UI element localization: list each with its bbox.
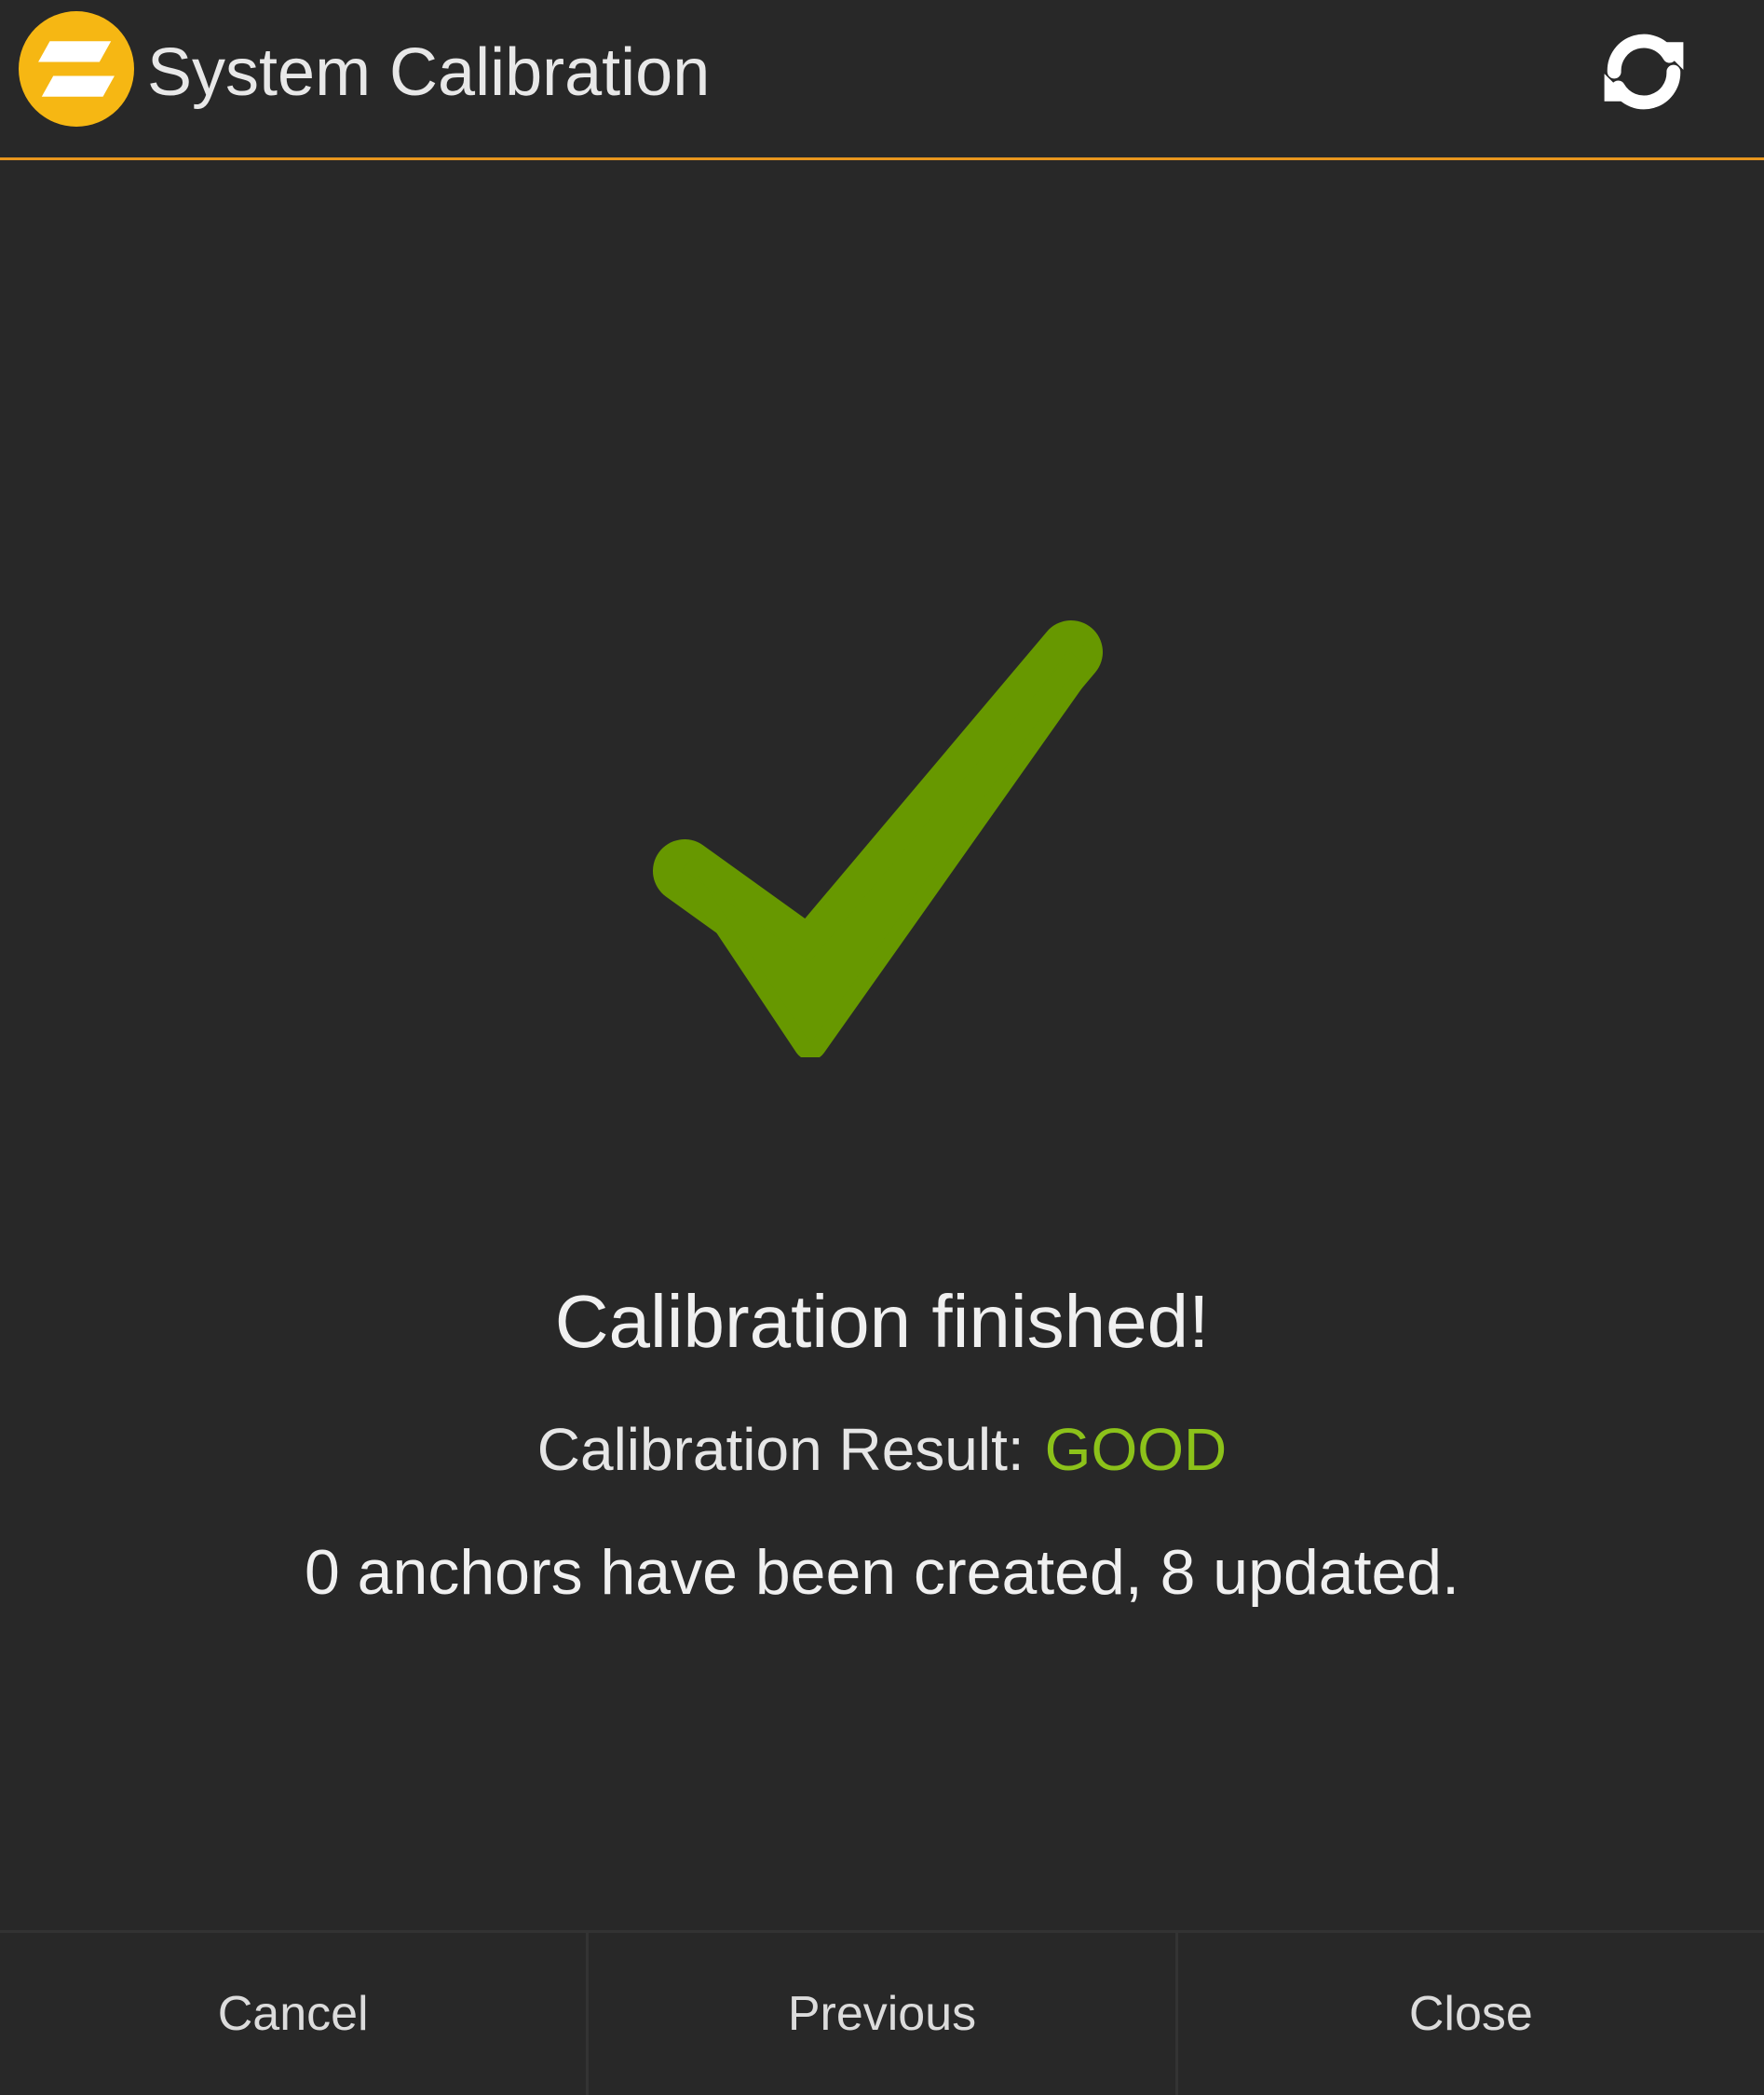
cancel-button[interactable]: Cancel	[0, 1933, 586, 2095]
calibration-result: Calibration Result: GOOD	[0, 1412, 1764, 1487]
title-bar: System Calibration	[0, 0, 1764, 160]
status-headline: Calibration finished!	[554, 1280, 1210, 1363]
app-title: System Calibration	[147, 35, 711, 110]
calibration-result-panel: Calibration finished! Calibration Result…	[0, 163, 1764, 1930]
button-bar: Cancel Previous Close	[0, 1930, 1764, 2095]
refresh-icon[interactable]	[1594, 22, 1693, 121]
close-button[interactable]: Close	[1174, 1933, 1764, 2095]
check-icon	[653, 620, 1103, 1057]
anchors-message: 0 anchors have been created, 8 updated.	[304, 1537, 1460, 1608]
previous-button[interactable]: Previous	[586, 1933, 1174, 2095]
calibration-logo-icon	[19, 11, 134, 127]
result-value: GOOD	[1044, 1416, 1228, 1483]
result-label: Calibration Result:	[536, 1416, 1024, 1483]
